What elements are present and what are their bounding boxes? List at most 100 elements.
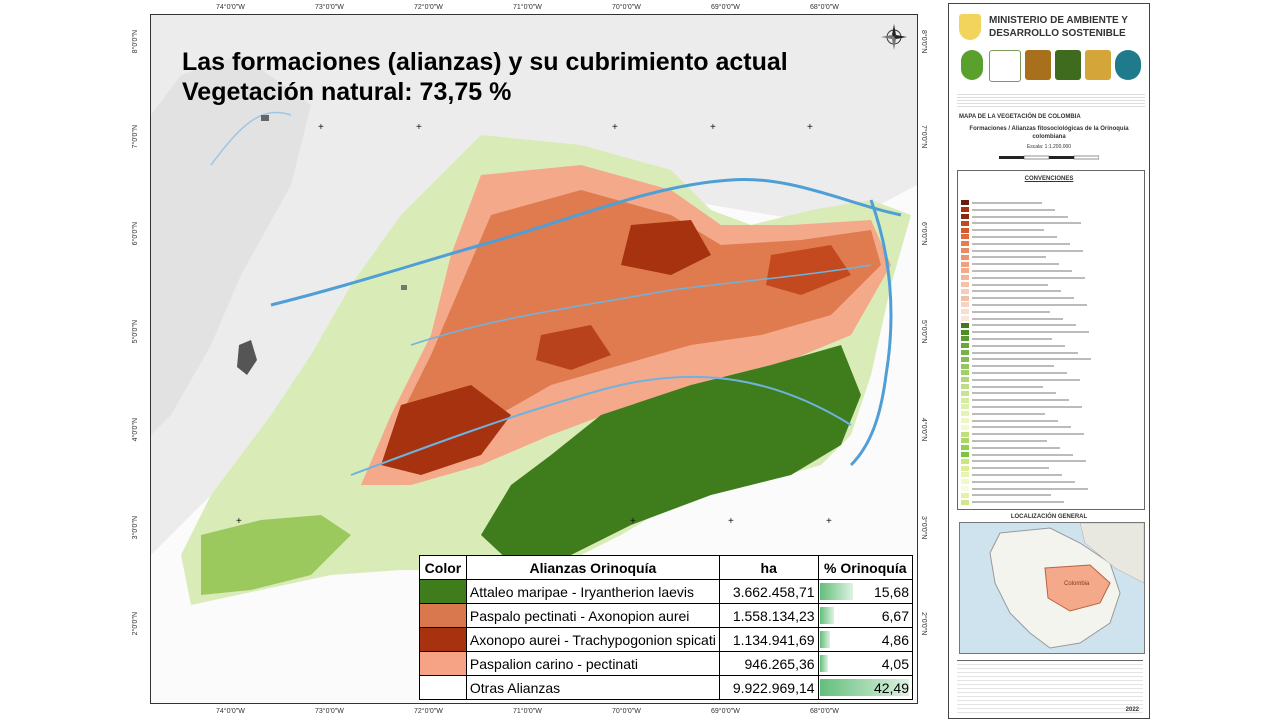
convention-item — [961, 458, 1086, 464]
pct-bar — [819, 583, 853, 600]
slide-title: Las formaciones (alianzas) y su cubrimie… — [182, 48, 788, 76]
convention-swatch — [961, 363, 969, 369]
convention-item — [961, 214, 1068, 220]
graticule-mark: + — [318, 122, 324, 133]
convention-text-line — [972, 263, 1059, 266]
convention-item — [961, 431, 1084, 437]
coord-left: 2°0'0"N — [132, 612, 139, 636]
coord-bottom: 69°0'0"W — [711, 708, 740, 715]
convention-item — [961, 492, 1051, 498]
convention-item — [961, 241, 1070, 247]
coord-right: 2°0'0"N — [920, 612, 927, 636]
convention-swatch — [961, 472, 969, 478]
color-swatch — [419, 579, 467, 604]
location-title: LOCALIZACIÓN GENERAL — [1010, 514, 1088, 520]
coord-bottom: 71°0'0"W — [513, 708, 542, 715]
convention-text-line — [972, 433, 1084, 436]
convention-swatch — [961, 492, 969, 498]
convention-swatch — [961, 370, 969, 376]
convention-text-line — [972, 324, 1076, 327]
convention-swatch — [961, 295, 969, 301]
convention-swatch — [961, 227, 969, 233]
coord-left: 4°0'0"N — [132, 418, 139, 442]
map-title: MAPA DE LA VEGETACIÓN DE COLOMBIA — [959, 114, 1081, 120]
convention-item — [961, 220, 1081, 226]
coord-right: 5°0'0"N — [920, 320, 927, 344]
convention-text-line — [972, 331, 1089, 334]
conventions-title: CONVENCIONES — [1024, 176, 1074, 182]
convention-item — [961, 499, 1064, 505]
convention-swatch — [961, 302, 969, 308]
coord-left: 8°0'0"N — [132, 30, 139, 54]
coord-top: 70°0'0"W — [612, 4, 641, 11]
convention-swatch — [961, 309, 969, 315]
convention-text-line — [972, 290, 1061, 293]
area-ha: 9.922.969,14 — [718, 675, 819, 700]
convention-text-line — [972, 351, 1078, 354]
color-swatch — [419, 675, 467, 700]
map-info-panel: MINISTERIO DE AMBIENTE Y DESARROLLO SOST… — [948, 3, 1150, 719]
convention-item — [961, 411, 1045, 417]
coord-top: 68°0'0"W — [810, 4, 839, 11]
convention-swatch — [961, 458, 969, 464]
coord-right: 6°0'0"N — [920, 222, 927, 246]
area-ha: 1.558.134,23 — [718, 603, 819, 628]
convention-item — [961, 486, 1088, 492]
table-row: Attaleo maripae - Iryantherion laevis 3.6… — [419, 579, 914, 604]
coord-bottom: 72°0'0"W — [414, 708, 443, 715]
convention-item — [961, 445, 1060, 451]
credits-text-block — [957, 92, 1145, 108]
pct-value: 4,05 — [881, 655, 909, 672]
scale-bar-icon — [999, 155, 1099, 160]
col-header-pct: % Orinoquía — [817, 555, 914, 580]
footer-credits-block — [957, 661, 1143, 713]
convention-item — [961, 200, 1042, 206]
convention-item — [961, 465, 1049, 471]
convention-item — [961, 472, 1062, 478]
alliance-table: Color Alianzas Orinoquía ha % Orinoquía … — [419, 555, 914, 700]
table-row: Otras Alianzas 9.922.969,14 42,49 — [419, 675, 914, 700]
convention-item — [961, 424, 1071, 430]
location-inset-map: Colombia — [959, 522, 1145, 654]
coord-left: 3°0'0"N — [132, 516, 139, 540]
convention-text-line — [972, 269, 1072, 272]
graticule-mark: + — [807, 122, 813, 133]
convention-swatch — [961, 356, 969, 362]
panel-footer: 2022 — [957, 660, 1143, 715]
graticule-mark: + — [236, 516, 242, 527]
ideam-logo-icon — [1115, 50, 1141, 80]
coord-top: 69°0'0"W — [711, 4, 740, 11]
map-scale: Escala: 1:1.200.000 — [1026, 144, 1072, 150]
pct-value: 4,86 — [881, 631, 909, 648]
convention-text-line — [972, 235, 1057, 238]
convention-text-line — [972, 460, 1086, 463]
convention-swatch — [961, 261, 969, 267]
convention-item — [961, 268, 1072, 274]
convention-swatch — [961, 465, 969, 471]
convention-item — [961, 227, 1044, 233]
convention-item — [961, 322, 1076, 328]
location-map-svg — [989, 523, 1144, 649]
convention-item — [961, 356, 1091, 362]
convention-swatch — [961, 329, 969, 335]
convention-swatch — [961, 404, 969, 410]
convention-text-line — [972, 242, 1070, 245]
convention-item — [961, 363, 1054, 369]
convention-text-line — [972, 494, 1051, 497]
convention-item — [961, 418, 1058, 424]
convention-item — [961, 282, 1048, 288]
pct-bar — [819, 607, 834, 624]
convention-swatch — [961, 479, 969, 485]
convention-text-line — [972, 501, 1064, 504]
color-swatch — [419, 603, 467, 628]
coord-top: 72°0'0"W — [414, 4, 443, 11]
convention-swatch — [961, 282, 969, 288]
color-swatch — [419, 651, 467, 676]
convention-swatch — [961, 418, 969, 424]
convention-swatch — [961, 316, 969, 322]
convention-text-line — [972, 249, 1083, 252]
convention-text-line — [972, 473, 1062, 476]
convention-swatch — [961, 275, 969, 281]
convention-item — [961, 390, 1056, 396]
convention-swatch — [961, 241, 969, 247]
